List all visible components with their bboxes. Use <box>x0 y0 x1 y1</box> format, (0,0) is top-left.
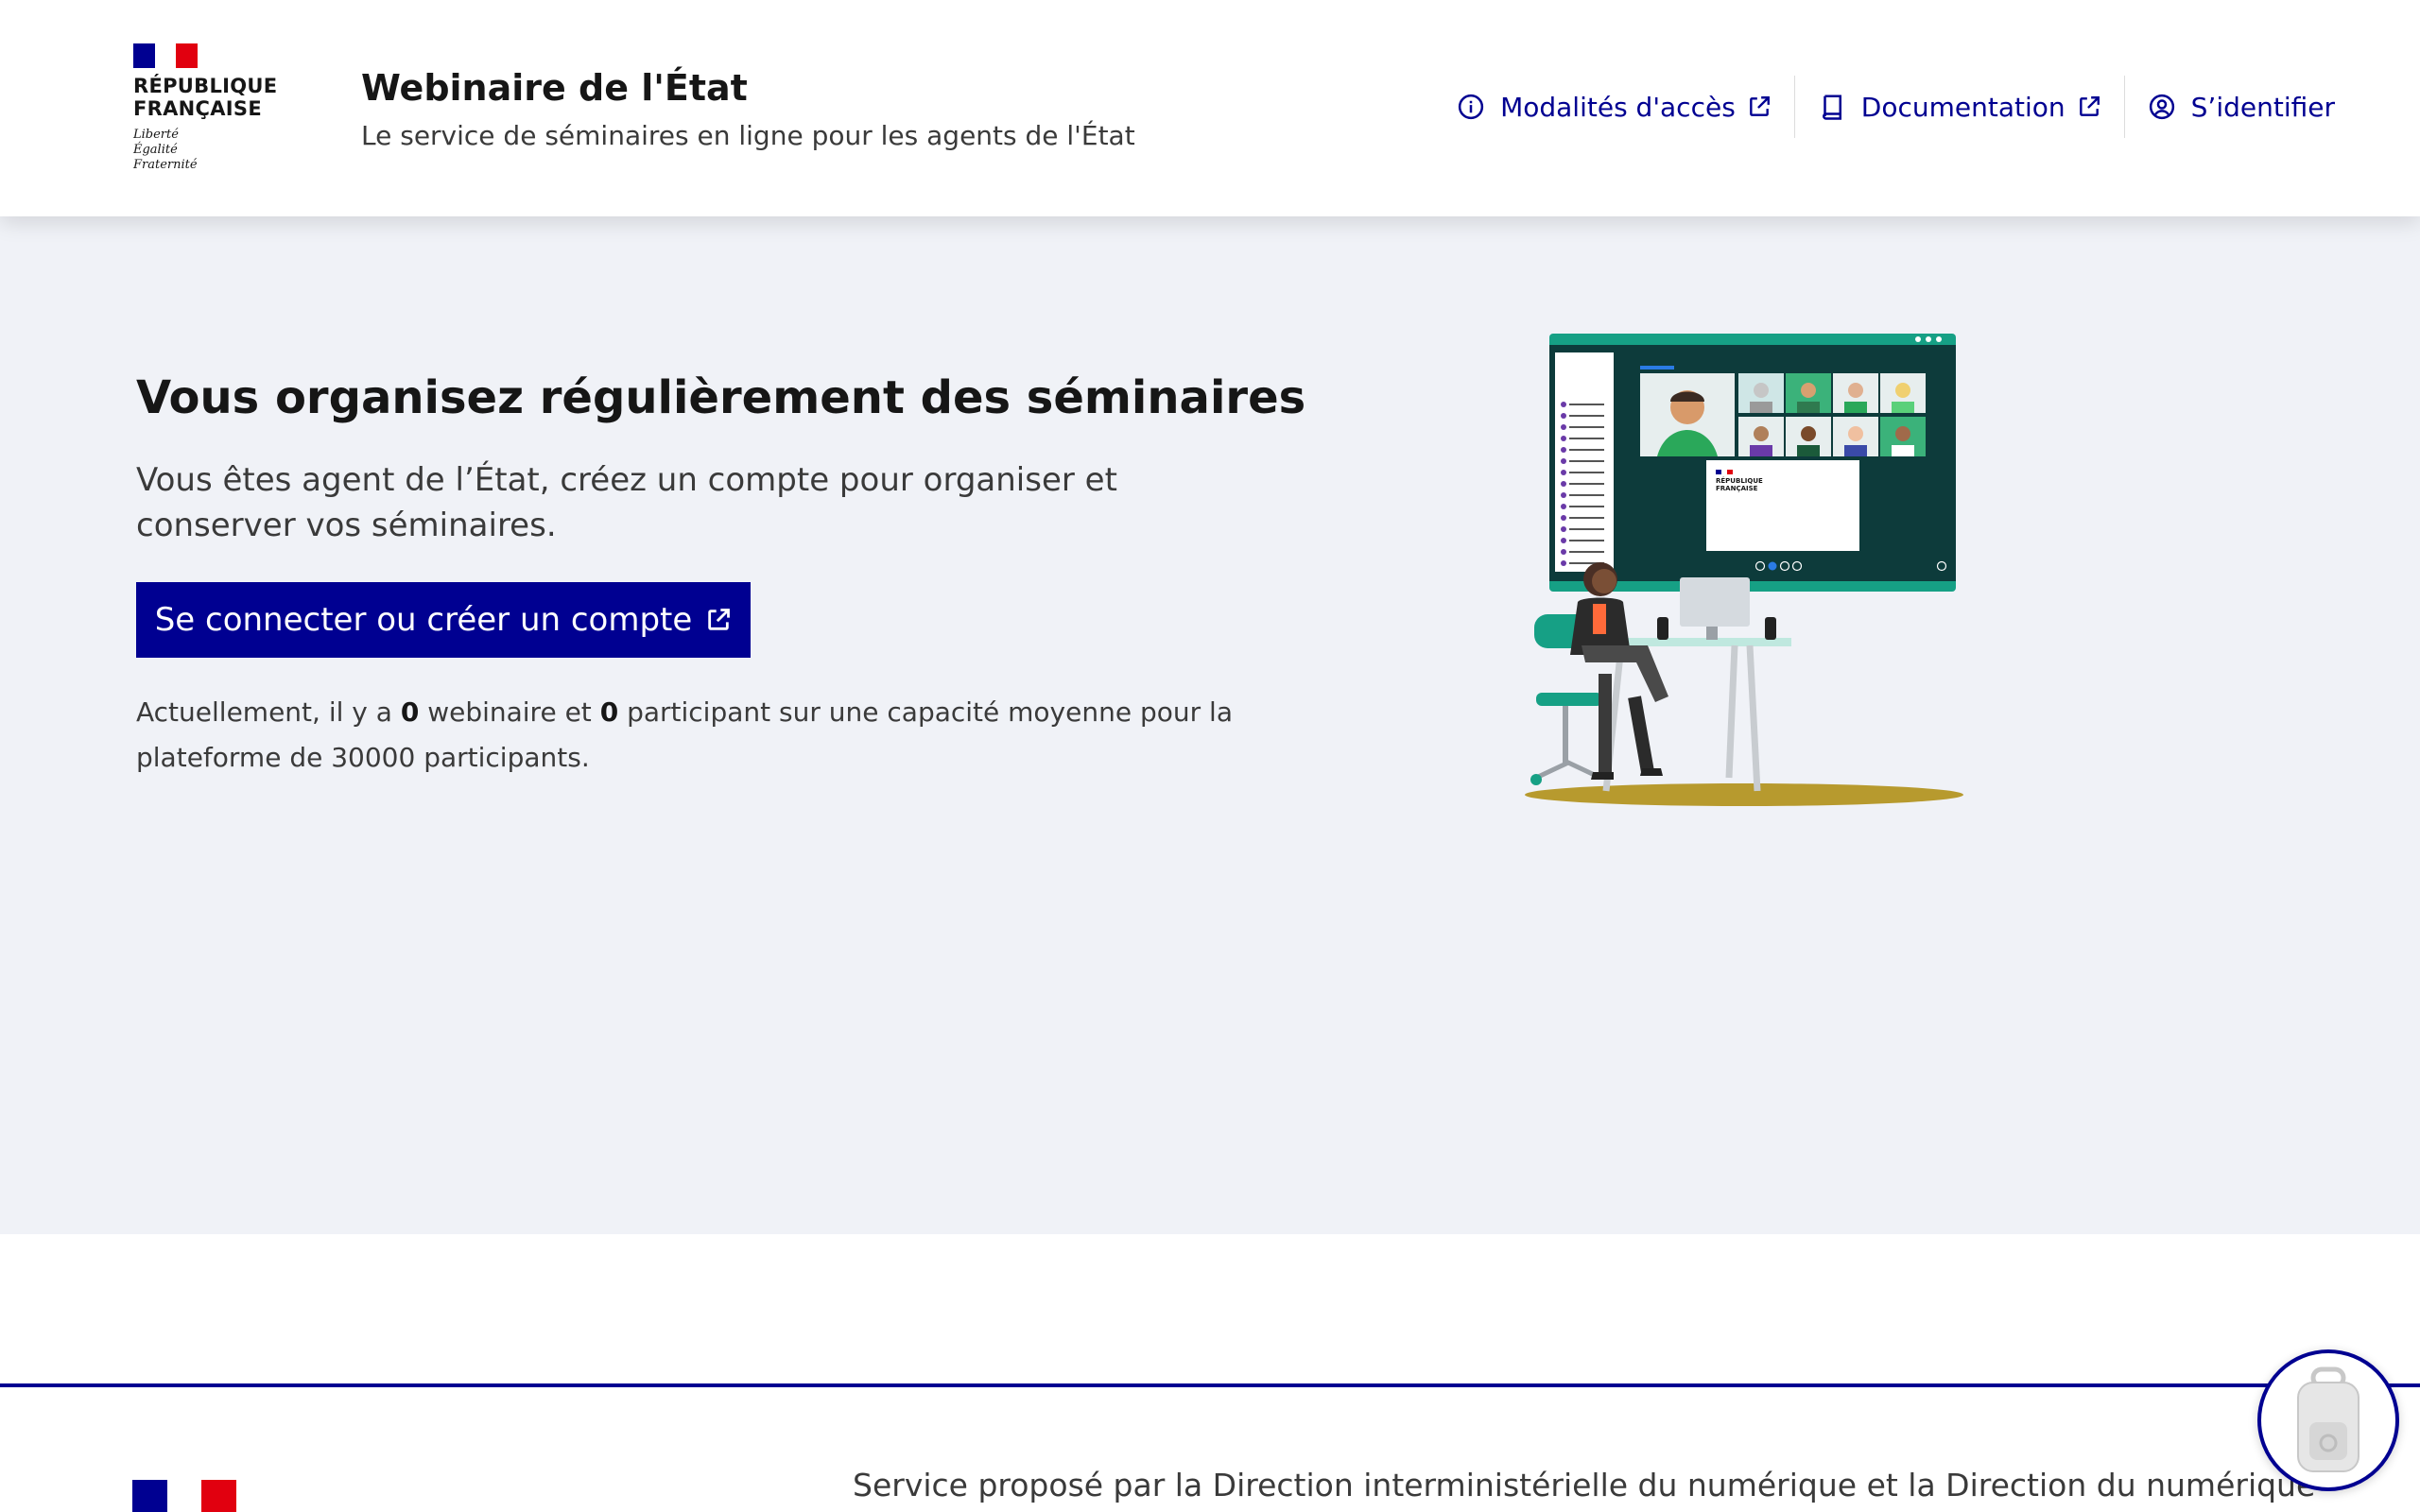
header-tools: Modalités d'accès Documentation S’identi… <box>1434 76 2358 138</box>
external-link-icon <box>1749 96 1770 116</box>
documentation-link[interactable]: Documentation <box>1793 76 2124 138</box>
logo-line-1: RÉPUBLIQUE <box>133 75 278 97</box>
service-branding: Webinaire de l'État Le service de sémina… <box>361 62 1135 153</box>
logo-motto: Liberté Égalité Fraternité <box>133 128 294 173</box>
platform-stats: Actuellement, il y a 0 webinaire et 0 pa… <box>136 690 1233 781</box>
footer-top-border <box>0 1383 2420 1387</box>
info-icon <box>1458 94 1484 120</box>
help-widget-button[interactable] <box>2257 1349 2399 1491</box>
footer-description: Service proposé par la Direction intermi… <box>853 1467 2316 1503</box>
screen-logo-line-2: FRANÇAISE <box>1716 485 1758 492</box>
service-title[interactable]: Webinaire de l'État <box>361 62 1135 113</box>
stats-text-2: webinaire et <box>419 696 600 728</box>
user-icon <box>2149 94 2174 120</box>
book-icon <box>1822 94 1841 120</box>
motto-liberte: Liberté <box>133 128 179 142</box>
site-header: RÉPUBLIQUE FRANÇAISE Liberté Égalité Fra… <box>0 0 2420 216</box>
cta-label: Se connecter ou créer un compte <box>154 601 693 639</box>
sign-in-label: S’identifier <box>2190 91 2335 123</box>
motto-fraternite: Fraternité <box>133 158 198 172</box>
sign-in-link[interactable]: S’identifier <box>2123 76 2358 138</box>
french-flag-icon <box>133 43 199 68</box>
participant-count: 0 <box>599 696 619 728</box>
republique-francaise-logo[interactable]: RÉPUBLIQUE FRANÇAISE Liberté Égalité Fra… <box>133 43 294 173</box>
documentation-label: Documentation <box>1860 91 2066 123</box>
external-link-icon <box>708 609 731 630</box>
motto-egalite: Égalité <box>133 143 178 157</box>
access-modalities-label: Modalités d'accès <box>1500 91 1736 123</box>
login-or-create-account-button[interactable]: Se connecter ou créer un compte <box>136 582 751 658</box>
logo-line-2: FRANÇAISE <box>133 97 262 120</box>
service-tagline: Le service de séminaires en ligne pour l… <box>361 120 1135 151</box>
access-modalities-link[interactable]: Modalités d'accès <box>1434 76 1794 138</box>
stats-text-1: Actuellement, il y a <box>136 696 401 728</box>
hero-title: Vous organisez régulièrement des séminai… <box>136 371 1306 424</box>
footer-marianne-logo[interactable] <box>132 1480 237 1512</box>
hero-lead: Vous êtes agent de l’État, créez un comp… <box>136 461 1117 544</box>
hero-section: Vous organisez régulièrement des séminai… <box>0 216 2420 1234</box>
webinar-count: 0 <box>400 696 420 728</box>
external-link-icon <box>2079 96 2100 116</box>
screen-logo-line-1: RÉPUBLIQUE <box>1716 476 1763 485</box>
logo-text: RÉPUBLIQUE FRANÇAISE <box>133 75 294 120</box>
backpack-icon <box>2297 1366 2360 1472</box>
webinar-illustration: RÉPUBLIQUE FRANÇAISE <box>1525 334 1963 806</box>
